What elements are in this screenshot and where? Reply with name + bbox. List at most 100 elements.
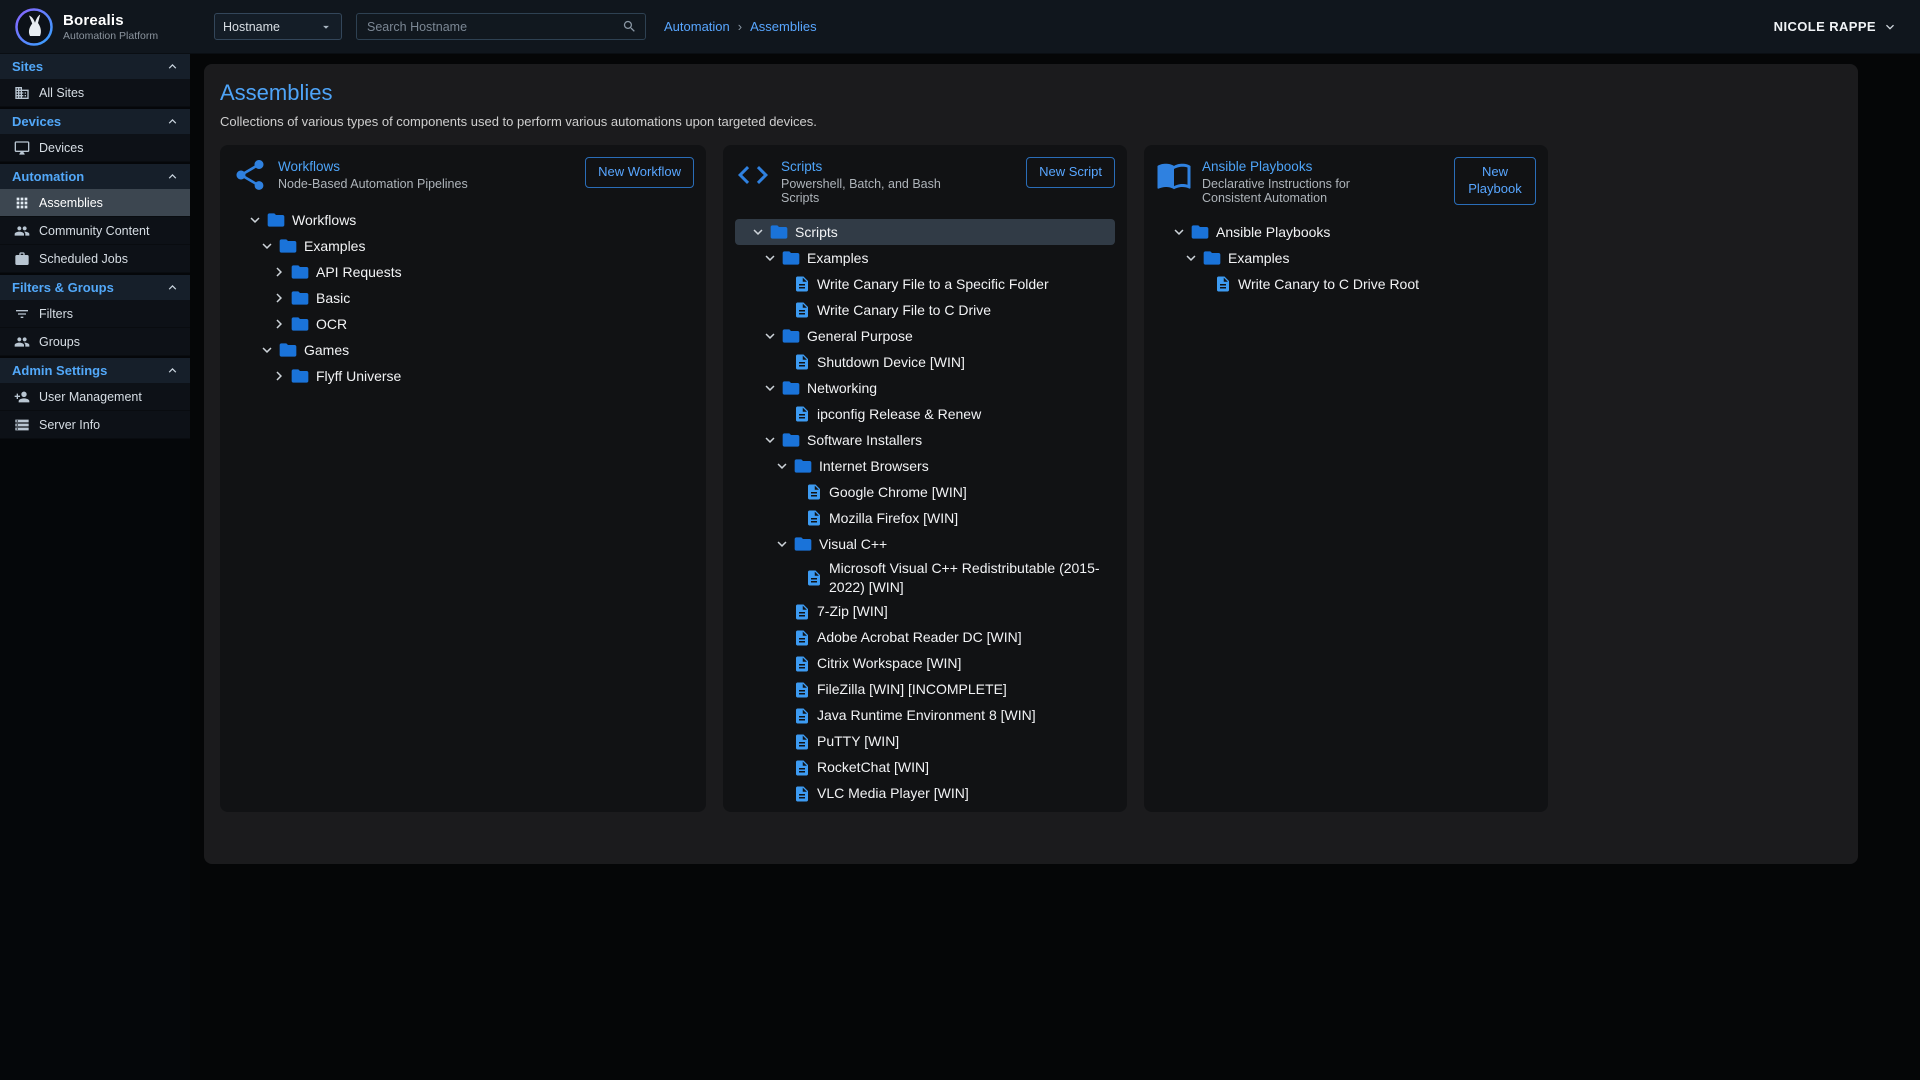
tree-folder-ansible-playbooks[interactable]: Ansible Playbooks: [1156, 219, 1536, 245]
file-icon: [793, 681, 811, 699]
tree-folder-general-purpose[interactable]: General Purpose: [735, 323, 1115, 349]
sidebar-section-sites[interactable]: Sites: [0, 54, 190, 79]
tree-folder-scripts[interactable]: Scripts: [735, 219, 1115, 245]
file-icon: [793, 785, 811, 803]
tree-item-label: VLC Media Player [WIN]: [817, 784, 969, 803]
chevron-down-icon[interactable]: [749, 223, 767, 241]
chevron-down-icon[interactable]: [761, 249, 779, 267]
folder-icon: [793, 456, 813, 476]
sidebar-item-devices[interactable]: Devices: [0, 134, 190, 162]
breadcrumb-automation[interactable]: Automation: [664, 19, 730, 34]
chevron-down-icon[interactable]: [1182, 249, 1200, 267]
tree-file-putty-win[interactable]: PuTTY [WIN]: [735, 729, 1115, 755]
tree-item-label: Shutdown Device [WIN]: [817, 353, 965, 372]
new-workflows-button[interactable]: New Workflow: [585, 157, 694, 188]
tree-folder-games[interactable]: Games: [232, 337, 694, 363]
tree-file-java-runtime-environment-8-win[interactable]: Java Runtime Environment 8 [WIN]: [735, 703, 1115, 729]
tree-folder-flyff-universe[interactable]: Flyff Universe: [232, 363, 694, 389]
chevron-right-icon[interactable]: [270, 289, 288, 307]
sidebar-section-admin-settings[interactable]: Admin Settings: [0, 358, 190, 383]
folder-icon: [290, 288, 310, 308]
devices-icon: [14, 140, 30, 156]
tree-folder-examples[interactable]: Examples: [232, 233, 694, 259]
sidebar-item-assemblies[interactable]: Assemblies: [0, 189, 190, 217]
tree-file-shutdown-device-win[interactable]: Shutdown Device [WIN]: [735, 349, 1115, 375]
card-subtitle: Declarative Instructions for Consistent …: [1202, 177, 1402, 205]
breadcrumb-assemblies[interactable]: Assemblies: [750, 19, 816, 34]
user-name: NICOLE RAPPE: [1774, 19, 1876, 34]
tree-file-write-canary-file-to-a-specific-folder[interactable]: Write Canary File to a Specific Folder: [735, 271, 1115, 297]
tree-folder-ocr[interactable]: OCR: [232, 311, 694, 337]
tree-file-mozilla-firefox-win[interactable]: Mozilla Firefox [WIN]: [735, 505, 1115, 531]
chevron-down-icon[interactable]: [761, 327, 779, 345]
sidebar-item-server-info[interactable]: Server Info: [0, 411, 190, 439]
tree-item-label: Software Installers: [807, 431, 922, 450]
tree-item-label: Networking: [807, 379, 877, 398]
chevron-down-icon[interactable]: [773, 535, 791, 553]
new-playbooks-button[interactable]: New Playbook: [1454, 157, 1536, 205]
tree-file-write-canary-to-c-drive-root[interactable]: Write Canary to C Drive Root: [1156, 271, 1536, 297]
tree-file-ipconfig-release-renew[interactable]: ipconfig Release & Renew: [735, 401, 1115, 427]
sidebar-item-groups[interactable]: Groups: [0, 328, 190, 356]
chevron-up-icon: [165, 114, 180, 129]
tree-file-rocketchat-win[interactable]: RocketChat [WIN]: [735, 755, 1115, 781]
chevron-right-icon[interactable]: [270, 315, 288, 333]
tree-folder-basic[interactable]: Basic: [232, 285, 694, 311]
user-menu[interactable]: NICOLE RAPPE: [1774, 19, 1898, 35]
file-icon: [793, 707, 811, 725]
sidebar-section-devices[interactable]: Devices: [0, 109, 190, 134]
sidebar-item-filters[interactable]: Filters: [0, 300, 190, 328]
sidebar-section-label: Automation: [12, 169, 84, 184]
tree-file-write-canary-file-to-c-drive[interactable]: Write Canary File to C Drive: [735, 297, 1115, 323]
tree-file-adobe-acrobat-reader-dc-win[interactable]: Adobe Acrobat Reader DC [WIN]: [735, 625, 1115, 651]
tree-file-google-chrome-win[interactable]: Google Chrome [WIN]: [735, 479, 1115, 505]
sidebar-item-all-sites[interactable]: All Sites: [0, 79, 190, 107]
tree-folder-examples[interactable]: Examples: [1156, 245, 1536, 271]
tree-folder-visual-c[interactable]: Visual C++: [735, 531, 1115, 557]
chevron-down-icon[interactable]: [761, 431, 779, 449]
chevron-down-icon[interactable]: [761, 379, 779, 397]
tree-folder-internet-browsers[interactable]: Internet Browsers: [735, 453, 1115, 479]
tree-file-citrix-workspace-win[interactable]: Citrix Workspace [WIN]: [735, 651, 1115, 677]
tree-folder-software-installers[interactable]: Software Installers: [735, 427, 1115, 453]
tree-folder-examples[interactable]: Examples: [735, 245, 1115, 271]
chevron-right-icon[interactable]: [270, 263, 288, 281]
tree-item-label: Write Canary File to a Specific Folder: [817, 275, 1049, 294]
sidebar-item-scheduled-jobs[interactable]: Scheduled Jobs: [0, 245, 190, 273]
chevron-down-icon[interactable]: [258, 237, 276, 255]
tree-item-label: Java Runtime Environment 8 [WIN]: [817, 706, 1036, 725]
card-title: Ansible Playbooks: [1202, 159, 1402, 174]
tree-item-label: Adobe Acrobat Reader DC [WIN]: [817, 628, 1022, 647]
tree-folder-networking[interactable]: Networking: [735, 375, 1115, 401]
new-scripts-button[interactable]: New Script: [1026, 157, 1115, 188]
tree-folder-api-requests[interactable]: API Requests: [232, 259, 694, 285]
tree-folder-workflows[interactable]: Workflows: [232, 207, 694, 233]
tree-item-label: Microsoft Visual C++ Redistributable (20…: [829, 559, 1109, 597]
folder-icon: [278, 236, 298, 256]
folder-icon: [781, 378, 801, 398]
chevron-down-icon[interactable]: [1170, 223, 1188, 241]
chevron-down-icon[interactable]: [773, 457, 791, 475]
file-icon: [793, 733, 811, 751]
search-input[interactable]: [365, 19, 622, 35]
sidebar-item-label: Community Content: [39, 224, 149, 238]
sidebar-item-community-content[interactable]: Community Content: [0, 217, 190, 245]
card-title: Scripts: [781, 159, 981, 174]
chevron-down-icon[interactable]: [246, 211, 264, 229]
folder-icon: [1190, 222, 1210, 242]
scripts-card-header: ScriptsPowershell, Batch, and Bash Scrip…: [735, 157, 1115, 205]
tree-file-microsoft-visual-c-redistributable-2015-2022-win[interactable]: Microsoft Visual C++ Redistributable (20…: [735, 557, 1115, 599]
sidebar-section-filters-groups[interactable]: Filters & Groups: [0, 275, 190, 300]
chevron-down-icon[interactable]: [258, 341, 276, 359]
sidebar-item-label: User Management: [39, 390, 142, 404]
tree-file-vlc-media-player-win[interactable]: VLC Media Player [WIN]: [735, 781, 1115, 807]
sidebar-item-user-management[interactable]: User Management: [0, 383, 190, 411]
sidebar-section-automation[interactable]: Automation: [0, 164, 190, 189]
chevron-right-icon[interactable]: [270, 367, 288, 385]
tree-file-filezilla-win-incomplete[interactable]: FileZilla [WIN] [INCOMPLETE]: [735, 677, 1115, 703]
folder-icon: [290, 366, 310, 386]
chevron-up-icon: [165, 280, 180, 295]
tree-file-7-zip-win[interactable]: 7-Zip [WIN]: [735, 599, 1115, 625]
hostname-select[interactable]: Hostname: [214, 13, 342, 40]
sites-icon: [14, 85, 30, 101]
